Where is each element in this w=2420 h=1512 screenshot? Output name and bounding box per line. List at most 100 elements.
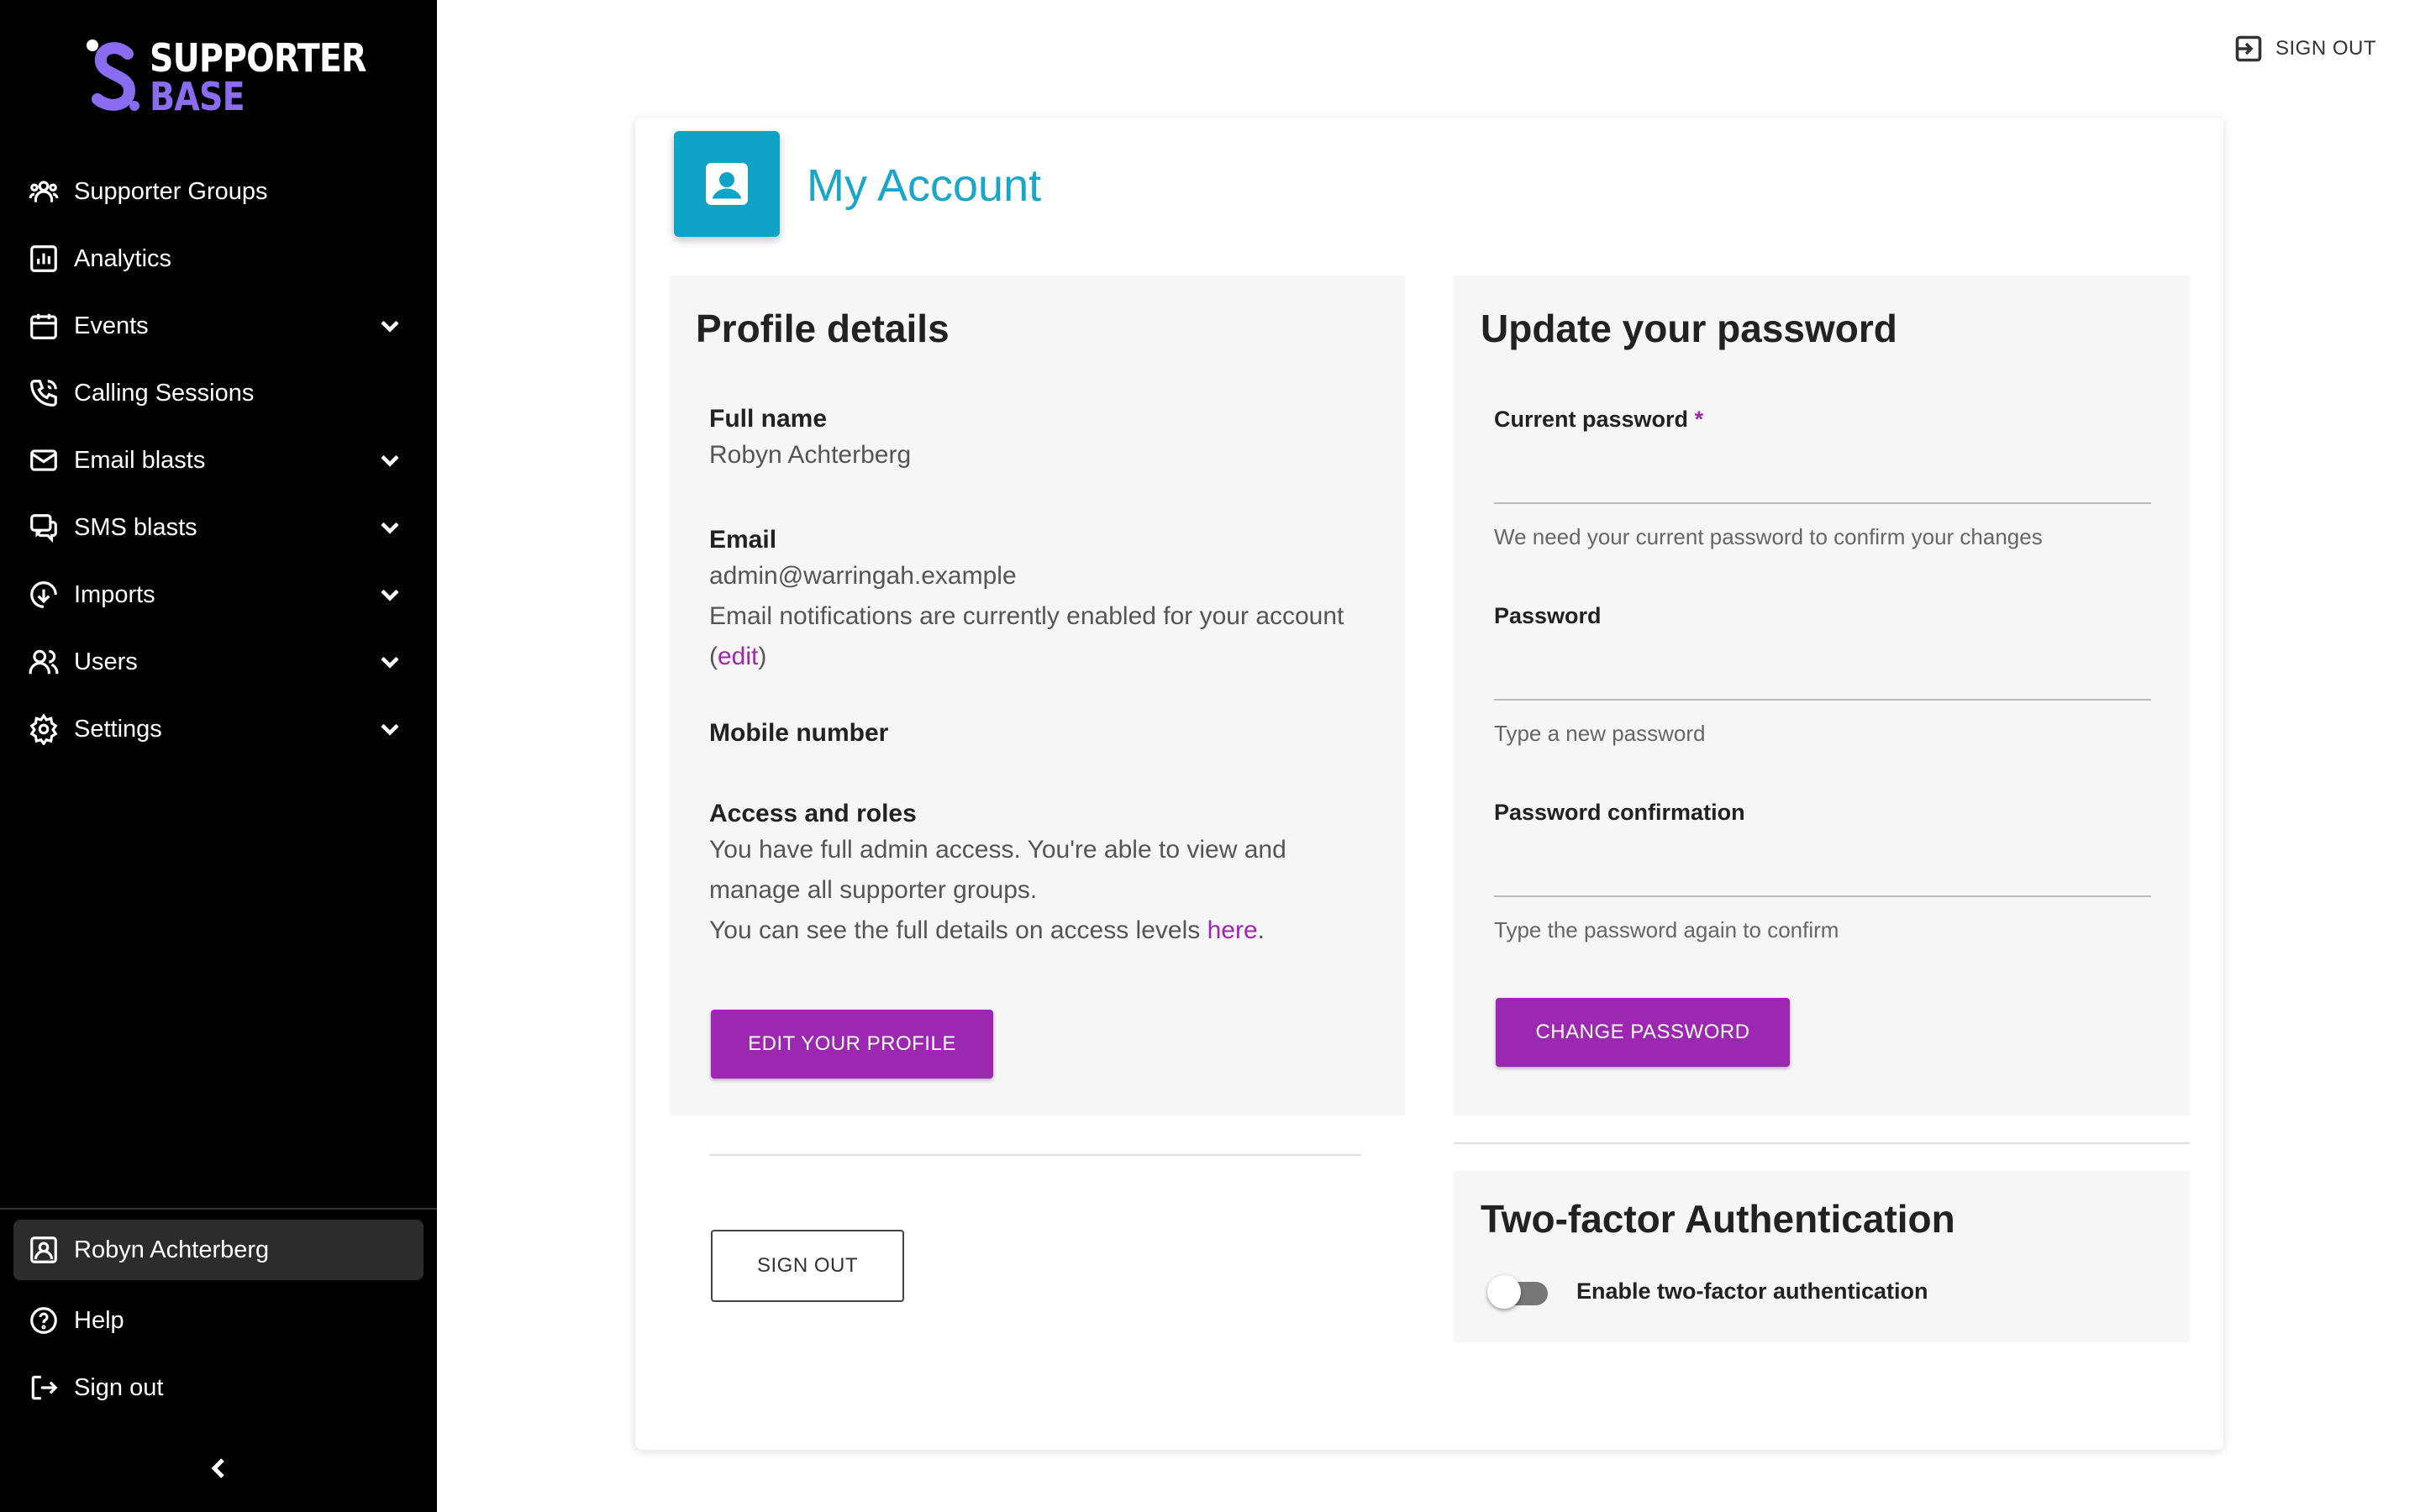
sidebar-item-analytics[interactable]: Analytics [0, 225, 437, 292]
sidebar-item-sign-out[interactable]: Sign out [0, 1354, 437, 1421]
full-name-value: Robyn Achterberg [709, 441, 912, 469]
mail-icon [27, 444, 60, 477]
brand-line2: BASE [150, 74, 245, 119]
gear-icon [27, 712, 60, 746]
sign-out-button[interactable]: SIGN OUT [711, 1230, 904, 1302]
access-more-text: You can see the full details on access l… [709, 916, 1207, 944]
sidebar-item-label: Analytics [74, 244, 172, 272]
sidebar-item-label: Sign out [74, 1373, 164, 1401]
full-name-label: Full name [709, 405, 828, 433]
sidebar-item-account[interactable]: Robyn Achterberg [13, 1220, 424, 1280]
new-password-input[interactable] [1494, 642, 2151, 684]
brand-logo[interactable]: SUPPORTER BASE [84, 34, 367, 119]
chevron-down-icon[interactable] [375, 512, 405, 543]
header-sign-out-label: SIGN OUT [2275, 37, 2376, 60]
current-password-label-text: Current password [1494, 407, 1689, 432]
help-icon [27, 1304, 60, 1337]
sidebar-item-calling-sessions[interactable]: Calling Sessions [0, 360, 437, 427]
account-icon [27, 1233, 60, 1267]
new-password-label: Password [1494, 603, 1602, 628]
email-label: Email [709, 526, 777, 554]
current-password-underline [1494, 502, 2151, 504]
page-title: My Account [807, 160, 1042, 211]
access-text: You have full admin access. You're able … [709, 836, 1286, 904]
sidebar-item-help[interactable]: Help [0, 1287, 437, 1354]
chat-icon [27, 511, 60, 544]
sidebar-item-label: Help [74, 1306, 124, 1334]
mobile-label: Mobile number [709, 719, 889, 747]
chevron-down-icon[interactable] [375, 445, 405, 475]
download-icon [27, 578, 60, 612]
access-more-end: . [1257, 916, 1265, 944]
current-password-label: Current password * [1494, 407, 1703, 433]
profile-details-panel: Profile details Full name Robyn Achterbe… [669, 276, 1405, 1302]
account-badge [674, 131, 780, 237]
sidebar-item-label: SMS blasts [74, 513, 197, 541]
chevron-down-icon[interactable] [375, 647, 405, 677]
two-factor-toggle[interactable] [1487, 1273, 1548, 1309]
profile-divider [709, 1154, 1361, 1156]
chevron-down-icon[interactable] [375, 714, 405, 744]
chevron-down-icon[interactable] [375, 580, 405, 610]
access-more: You can see the full details on access l… [709, 911, 1365, 951]
logout-icon [2235, 35, 2262, 62]
password-divider [1454, 1142, 2190, 1144]
sidebar-item-email-blasts[interactable]: Email blasts [0, 427, 437, 494]
profile-heading: Profile details [696, 307, 950, 350]
change-password-button[interactable]: CHANGE PASSWORD [1496, 998, 1790, 1067]
confirm-password-label: Password confirmation [1494, 800, 1745, 825]
sidebar-nav: Supporter Groups Analytics Events Callin… [0, 158, 437, 763]
sidebar-item-users[interactable]: Users [0, 628, 437, 696]
sidebar-item-settings[interactable]: Settings [0, 696, 437, 763]
chevron-left-icon [211, 1458, 224, 1478]
sidebar: SUPPORTER BASE Supporter Groups Analytic… [0, 0, 437, 1512]
current-password-helper: We need your current password to confirm… [1494, 524, 2043, 549]
logout-icon [27, 1371, 60, 1404]
email-value: admin@warringah.example [709, 562, 1017, 590]
sidebar-item-label: Settings [74, 715, 162, 743]
update-password-panel: Update your password Current password * … [1454, 276, 2190, 1116]
users-icon [27, 645, 60, 679]
access-label: Access and roles [709, 800, 917, 827]
sidebar-item-supporter-groups[interactable]: Supporter Groups [0, 158, 437, 225]
sidebar-item-label: Calling Sessions [74, 379, 255, 407]
sidebar-item-label: Users [74, 648, 138, 675]
current-password-input[interactable] [1494, 445, 2151, 487]
account-card: My Account Profile details Full name Rob… [635, 118, 2223, 1450]
confirm-password-underline [1494, 895, 2151, 897]
people-group-icon [27, 175, 60, 208]
new-password-underline [1494, 699, 2151, 701]
sidebar-item-label: Events [74, 312, 149, 339]
new-password-helper: Type a new password [1494, 721, 1706, 746]
logo-mark-icon [87, 39, 139, 111]
two-factor-toggle-label: Enable two-factor authentication [1576, 1278, 1928, 1304]
sidebar-item-label: Email blasts [74, 446, 206, 474]
collapse-sidebar-button[interactable] [202, 1452, 235, 1485]
sidebar-divider [0, 1208, 437, 1210]
phone-icon [27, 376, 60, 410]
calendar-icon [27, 309, 60, 343]
sidebar-item-label: Robyn Achterberg [74, 1236, 270, 1263]
sidebar-item-sms-blasts[interactable]: SMS blasts [0, 494, 437, 561]
sidebar-item-events[interactable]: Events [0, 292, 437, 360]
sidebar-item-label: Imports [74, 580, 155, 608]
edit-notifications-link[interactable]: edit [718, 643, 758, 670]
toggle-knob [1487, 1275, 1521, 1309]
email-notice-text: Email notifications are currently enable… [709, 602, 1344, 670]
access-levels-link[interactable]: here [1207, 916, 1258, 944]
sidebar-item-imports[interactable]: Imports [0, 561, 437, 628]
two-factor-heading: Two-factor Authentication [1481, 1197, 1955, 1241]
required-mark: * [1694, 407, 1704, 432]
header-sign-out-button[interactable]: SIGN OUT [2233, 34, 2376, 64]
sidebar-item-label: Supporter Groups [74, 177, 268, 205]
chevron-down-icon[interactable] [375, 311, 405, 341]
email-notice: Email notifications are currently enable… [709, 596, 1365, 677]
chart-icon [27, 242, 60, 276]
sidebar-bottom-nav: Robyn Achterberg Help Sign out [0, 1220, 437, 1421]
edit-profile-button[interactable]: EDIT YOUR PROFILE [711, 1010, 993, 1079]
account-box-icon [706, 163, 748, 205]
password-heading: Update your password [1481, 307, 1897, 350]
confirm-password-helper: Type the password again to confirm [1494, 917, 1839, 942]
confirm-password-input[interactable] [1494, 838, 2151, 880]
two-factor-panel: Two-factor Authentication Enable two-fac… [1454, 1171, 2190, 1342]
